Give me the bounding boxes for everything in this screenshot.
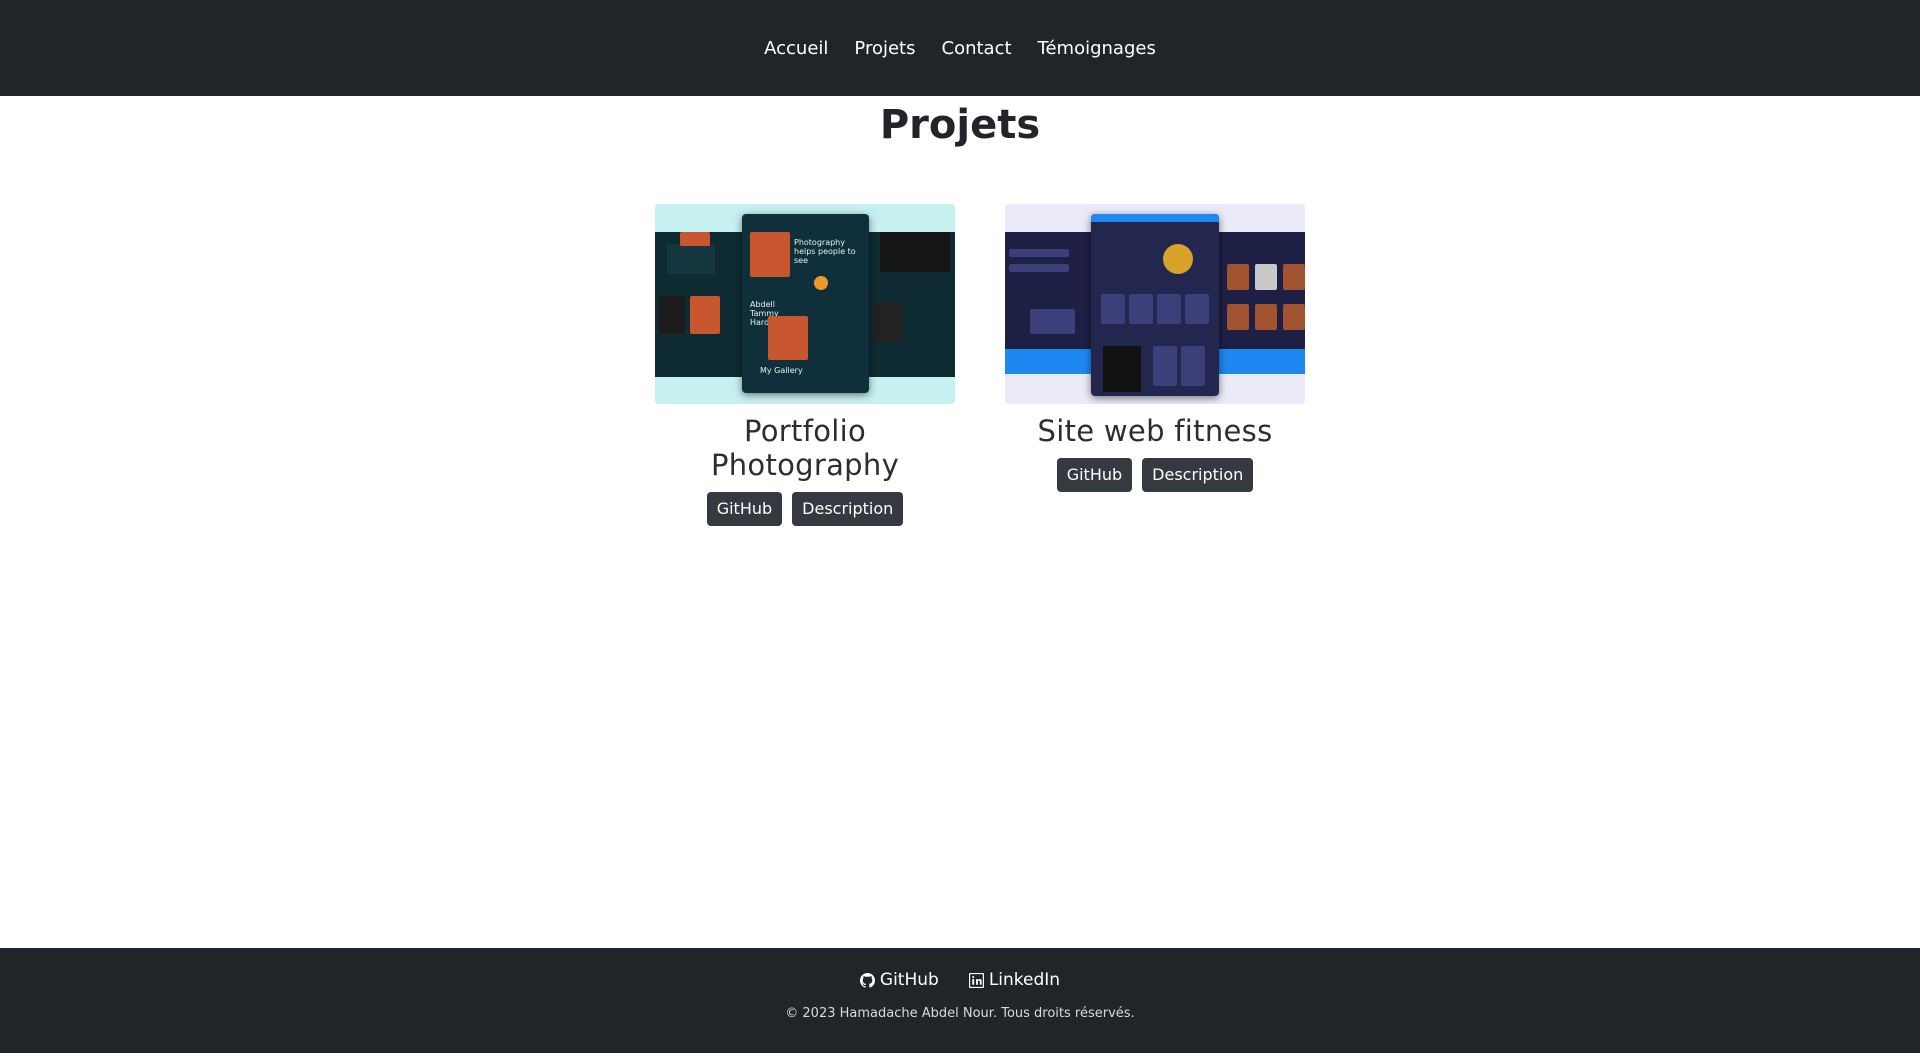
nav-accueil[interactable]: Accueil: [764, 38, 828, 59]
thumbnail-dot: [814, 276, 828, 290]
nav-contact[interactable]: Contact: [942, 38, 1012, 59]
thumbnail-panel: Photography helps people to see Abdell T…: [742, 214, 869, 393]
linkedin-icon: [968, 972, 984, 988]
thumbnail-block: [1185, 294, 1209, 324]
description-button[interactable]: Description: [1142, 458, 1254, 492]
footer-copyright: © 2023 Hamadache Abdel Nour. Tous droits…: [785, 1006, 1135, 1021]
thumbnail-block: [667, 244, 715, 274]
thumbnail-top-bar: [1091, 214, 1219, 222]
thumbnail-photo: [880, 232, 950, 272]
thumbnail-orb: [1163, 244, 1193, 274]
thumbnail-photo: [1255, 304, 1277, 330]
project-card-fitness: Site web fitness GitHub Description: [1005, 204, 1305, 492]
project-thumbnail-fitness[interactable]: [1005, 204, 1305, 404]
thumbnail-gallery: My Gallery: [760, 366, 803, 375]
thumbnail-block: [1101, 294, 1125, 324]
thumbnail-photo: [873, 302, 903, 342]
footer-github-label: GitHub: [879, 970, 939, 990]
thumbnail-panel: [1091, 214, 1219, 396]
thumbnail-photo: [680, 232, 710, 246]
thumbnail-photo: [690, 296, 720, 334]
footer-linkedin-label: LinkedIn: [988, 970, 1061, 990]
thumbnail-block: [1030, 309, 1075, 334]
thumbnail-headline: Photography helps people to see: [794, 238, 856, 265]
nav-projets[interactable]: Projets: [854, 38, 915, 59]
footer-github-link[interactable]: GitHub: [859, 970, 939, 990]
page-title: Projets: [879, 102, 1041, 148]
project-title-line1: Portfolio: [744, 414, 866, 448]
thumbnail-photo: [659, 296, 685, 334]
thumbnail-photo: [1227, 304, 1249, 330]
thumbnail-photo: [1103, 346, 1141, 392]
nav-temoignages[interactable]: Témoignages: [1038, 38, 1156, 59]
thumbnail-block: [1153, 346, 1177, 386]
project-title: Portfolio Photography: [655, 414, 955, 482]
thumbnail-photo: [1283, 264, 1305, 290]
github-button[interactable]: GitHub: [706, 492, 783, 526]
thumbnail-block: [1009, 264, 1069, 272]
thumbnail-block: [1181, 346, 1205, 386]
description-button[interactable]: Description: [792, 492, 904, 526]
thumbnail-photo: [1255, 264, 1277, 290]
footer: GitHub LinkedIn © 2023 Hamadache Abdel N…: [0, 948, 1920, 1053]
thumbnail-block: [1009, 249, 1069, 257]
github-icon: [859, 972, 875, 988]
top-navigation: Accueil Projets Contact Témoignages: [0, 0, 1920, 96]
project-title: Site web fitness: [1037, 414, 1273, 448]
project-card-portfolio: Photography helps people to see Abdell T…: [655, 204, 955, 526]
thumbnail-photo: [750, 232, 790, 277]
thumbnail-photo: [1283, 304, 1305, 330]
footer-linkedin-link[interactable]: LinkedIn: [968, 970, 1061, 990]
thumbnail-block: [1129, 294, 1153, 324]
project-buttons: GitHub Description: [655, 492, 955, 526]
project-title-line2: Photography: [710, 448, 900, 482]
thumbnail-photo: [1227, 264, 1249, 290]
thumbnail-block: [1157, 294, 1181, 324]
footer-links: GitHub LinkedIn: [0, 948, 1920, 990]
thumbnail-photo: [768, 316, 808, 360]
github-button[interactable]: GitHub: [1056, 458, 1133, 492]
project-thumbnail-portfolio[interactable]: Photography helps people to see Abdell T…: [655, 204, 955, 404]
project-buttons: GitHub Description: [1005, 458, 1305, 492]
